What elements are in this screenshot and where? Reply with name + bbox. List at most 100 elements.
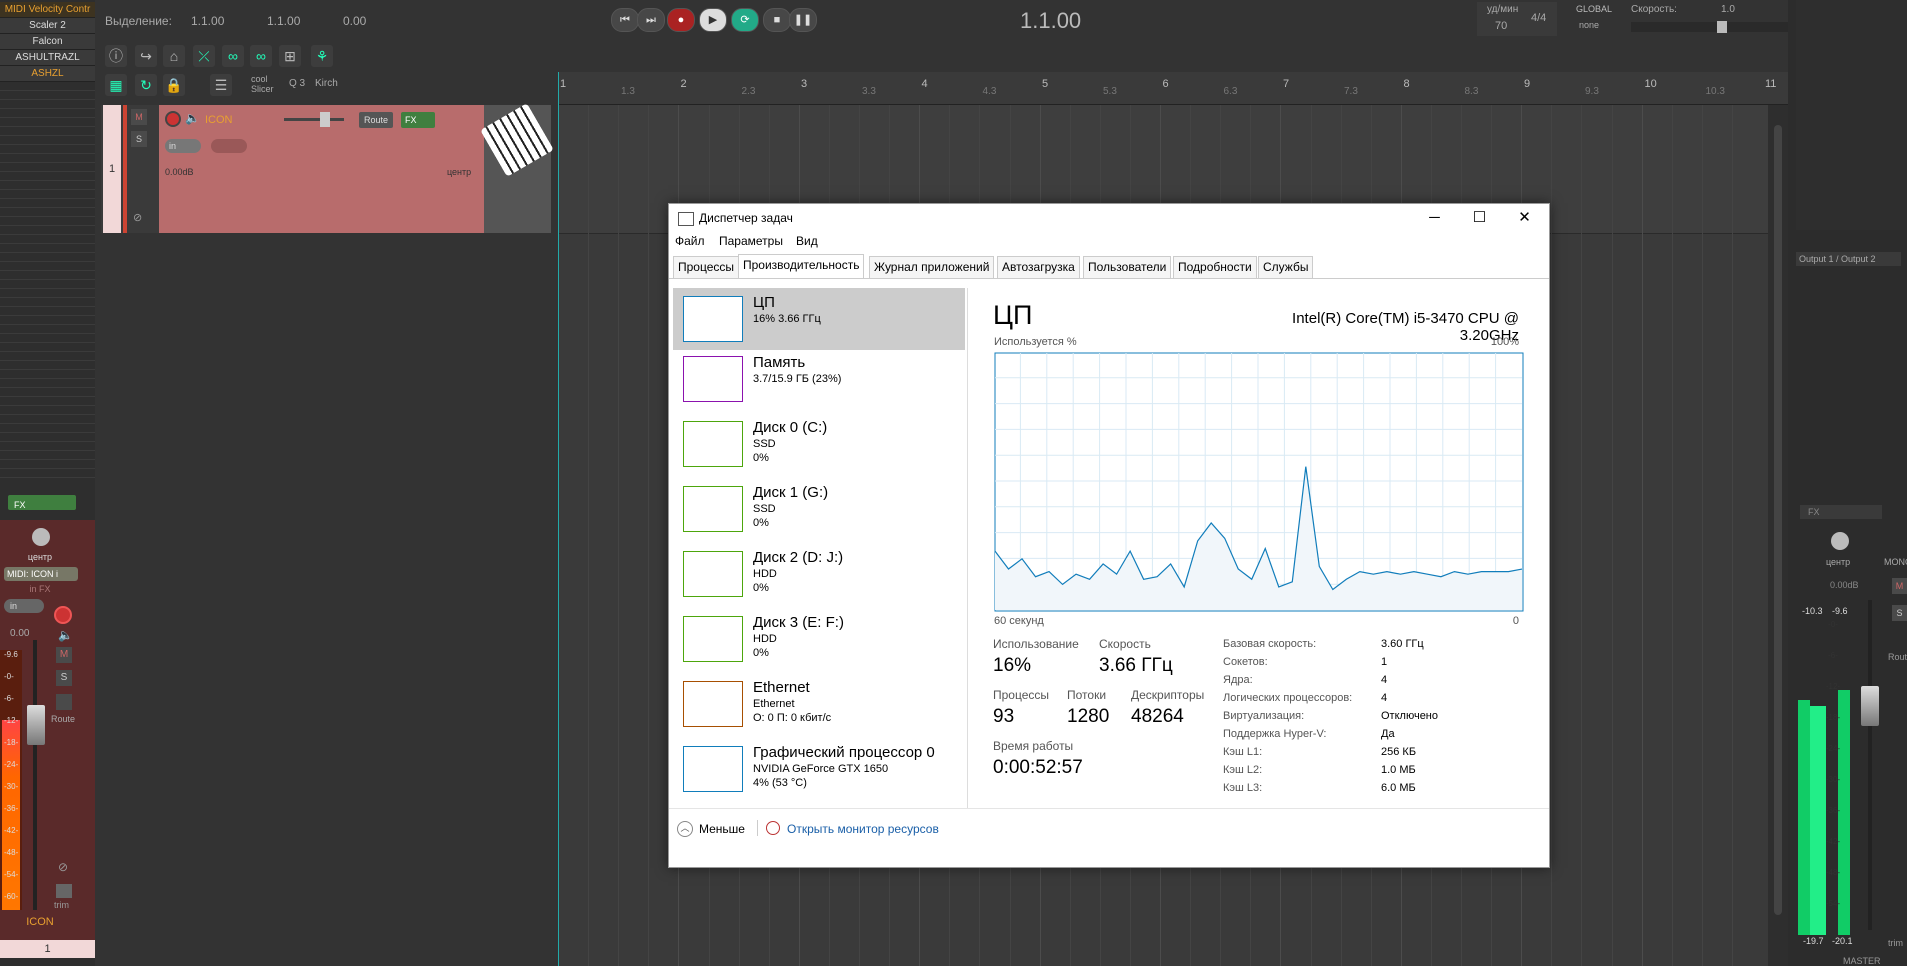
selection-length[interactable]: 0.00	[343, 14, 366, 28]
fx-item[interactable]: MIDI Velocity Contr	[0, 2, 95, 18]
pan-knob[interactable]	[1831, 532, 1849, 550]
mute-button[interactable]: M	[1892, 578, 1907, 594]
open-resource-monitor-link[interactable]: Открыть монитор ресурсов	[787, 822, 939, 836]
pan-knob[interactable]	[32, 528, 50, 546]
lock-icon[interactable]: 🔒	[163, 74, 185, 96]
kirch-button[interactable]: Kirch	[315, 78, 338, 89]
route-icon[interactable]	[56, 694, 72, 710]
grid-icon[interactable]: ⊞	[279, 45, 301, 67]
time-signature[interactable]: 4/4	[1531, 12, 1546, 24]
fx-toggle[interactable]: FX	[8, 495, 76, 510]
loop-icon[interactable]: ↻	[135, 74, 157, 96]
cool-slicer-button[interactable]: cool Slicer	[251, 74, 281, 94]
master-fx-button[interactable]: FX	[1800, 505, 1882, 519]
phase-icon[interactable]: ⊘	[58, 860, 68, 874]
go-start-button[interactable]: ⏮	[611, 8, 639, 32]
volume-slider[interactable]	[284, 112, 344, 127]
trim-button[interactable]	[56, 884, 72, 898]
fx-item[interactable]: ASHZL	[0, 66, 95, 82]
close-button[interactable]: ✕	[1502, 204, 1547, 232]
track-icon[interactable]	[480, 103, 554, 233]
tab-details[interactable]: Подробности	[1173, 256, 1257, 278]
snap-grid-icon[interactable]: ▦	[105, 74, 127, 96]
menu-options[interactable]: Параметры	[719, 234, 783, 248]
mixer-icon[interactable]: ☰	[210, 74, 232, 96]
tab-processes[interactable]: Процессы	[673, 256, 740, 278]
tab-users[interactable]: Пользователи	[1083, 256, 1172, 278]
master-volume-fader[interactable]	[1861, 686, 1879, 726]
tab-performance[interactable]: Производительность	[738, 254, 865, 279]
tab-startup[interactable]: Автозагрузка	[997, 256, 1080, 278]
perf-sidebar-item[interactable]: Графический процессор 0 NVIDIA GeForce GT…	[673, 738, 965, 800]
perf-sidebar-item[interactable]: Диск 1 (G:) SSD 0%	[673, 478, 965, 540]
chevron-up-icon[interactable]: ︿	[677, 821, 693, 837]
phase-icon[interactable]: ⊘	[133, 211, 142, 224]
selection-start[interactable]: 1.1.00	[191, 14, 224, 28]
output-select[interactable]: Output 1 / Output 2	[1796, 252, 1901, 266]
track-name[interactable]: ICON	[205, 114, 233, 126]
solo-button[interactable]: S	[1892, 605, 1907, 621]
perf-item-title: Графический процессор 0	[753, 744, 935, 761]
play-button[interactable]: ▶	[699, 8, 727, 32]
repeat-button[interactable]: ⟳	[731, 8, 759, 32]
menu-view[interactable]: Вид	[796, 234, 818, 248]
list-divider	[0, 234, 95, 235]
ripple-icon[interactable]: ↪	[135, 45, 157, 67]
pause-button[interactable]: ❚❚	[789, 8, 817, 32]
cpu-detail-value: 4	[1381, 692, 1388, 704]
mute-button[interactable]: M	[131, 109, 147, 125]
info-icon[interactable]: ⓘ	[105, 45, 127, 67]
input-select[interactable]: in	[165, 139, 201, 153]
tempo-box[interactable]: уд/мин 70 4/4	[1477, 2, 1557, 36]
trim-tool-icon[interactable]: ⤫	[193, 45, 215, 67]
input-fx-select[interactable]	[211, 139, 247, 153]
record-button[interactable]: ●	[667, 8, 695, 32]
solo-button[interactable]: S	[56, 670, 72, 686]
speaker-icon[interactable]: 🔈	[185, 111, 200, 125]
mono-button[interactable]: MONO	[1884, 557, 1907, 567]
fewer-details-link[interactable]: Меньше	[699, 822, 745, 836]
menu-file[interactable]: Файл	[675, 234, 705, 248]
fx-item[interactable]: Falcon	[0, 34, 95, 50]
tab-app-history[interactable]: Журнал приложений	[869, 256, 995, 278]
fx-item[interactable]: ASHULTRAZL	[0, 50, 95, 66]
route-button[interactable]: Route	[359, 112, 393, 128]
record-arm-button[interactable]	[165, 111, 181, 127]
midi-input-select[interactable]: MIDI: ICON i	[4, 567, 78, 581]
link-icon[interactable]: ∞	[222, 45, 244, 67]
rate-slider[interactable]	[1631, 21, 1807, 33]
perf-sidebar-item[interactable]: Память 3.7/15.9 ГБ (23%)	[673, 348, 965, 410]
group-link-icon[interactable]: ∞	[250, 45, 272, 67]
stop-button[interactable]: ■	[763, 8, 791, 32]
routing-icon[interactable]: ⚘	[311, 45, 333, 67]
position-display[interactable]: 1.1.00	[1020, 8, 1081, 34]
perf-sidebar-item[interactable]: Диск 3 (E: F:) HDD 0%	[673, 608, 965, 670]
vertical-scrollbar[interactable]	[1768, 105, 1788, 966]
q3-button[interactable]: Q 3	[289, 78, 305, 89]
input-select[interactable]: in	[4, 599, 44, 613]
perf-sidebar-item[interactable]: Диск 2 (D: J:) HDD 0%	[673, 543, 965, 605]
metronome-icon[interactable]: ⌂	[163, 45, 185, 67]
record-arm-button[interactable]	[54, 606, 72, 624]
speaker-icon[interactable]: 🔈	[58, 628, 73, 642]
tab-services[interactable]: Службы	[1258, 256, 1314, 278]
go-end-button[interactable]: ⏭	[637, 8, 665, 32]
selection-end[interactable]: 1.1.00	[267, 14, 300, 28]
fx-item[interactable]: Scaler 2	[0, 18, 95, 34]
global-value[interactable]: none	[1579, 20, 1599, 30]
ruler-bar-label: 1	[560, 78, 567, 90]
minimize-button[interactable]: ─	[1412, 204, 1457, 232]
mute-button[interactable]: M	[56, 647, 72, 663]
perf-sidebar-item[interactable]: Диск 0 (C:) SSD 0%	[673, 413, 965, 475]
perf-sidebar-item[interactable]: ЦП 16% 3.66 ГГц	[673, 288, 965, 350]
perf-sidebar-item[interactable]: Ethernet Ethernet О: 0 П: 0 кбит/с	[673, 673, 965, 735]
track-header[interactable]: 1 M S ⊘ 🔈 ICON Route FX in 0.00dB центр	[101, 103, 554, 233]
bpm-value[interactable]: 70	[1495, 20, 1507, 32]
task-manager-window[interactable]: Диспетчер задач ─ ☐ ✕ Файл Параметры Вид…	[668, 203, 1550, 868]
maximize-button[interactable]: ☐	[1457, 204, 1502, 232]
perf-thumbnail	[683, 486, 743, 532]
solo-button[interactable]: S	[131, 131, 147, 147]
fx-button[interactable]: FX	[401, 112, 435, 128]
volume-fader[interactable]	[27, 705, 45, 745]
timeline-ruler[interactable]: 1 2 3 4 5 6 7 8 9 10 11 1.3 2.3 3.3 4.3 5.3 6.3 7.3 8.3 9.3…	[558, 72, 1788, 105]
